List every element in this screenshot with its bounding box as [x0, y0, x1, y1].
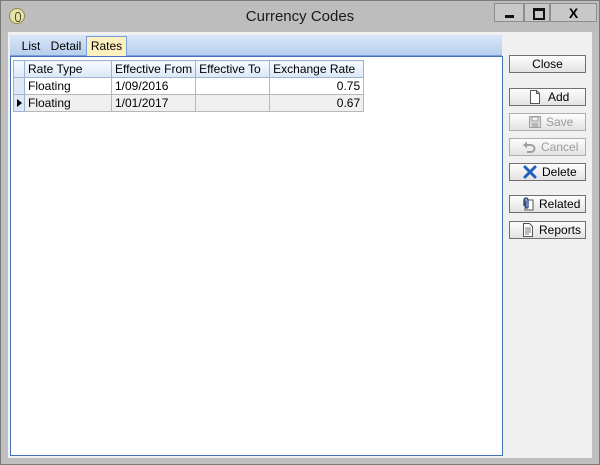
reports-button-label: Reports [539, 223, 582, 237]
new-document-icon [530, 90, 540, 104]
blue-x-icon [523, 165, 537, 179]
currency-codes-window: Currency Codes X List Detail Rates Rate … [0, 0, 600, 465]
column-header-exchange-rate[interactable]: Exchange Rate [269, 60, 365, 78]
close-button-label: Close [532, 57, 563, 71]
related-button-label: Related [539, 197, 581, 211]
maximize-button[interactable] [524, 3, 550, 22]
save-button-label: Save [546, 115, 574, 129]
delete-button[interactable]: Delete [509, 163, 586, 181]
reports-button[interactable]: Reports [509, 221, 586, 239]
cell-effective-from[interactable]: 1/01/2017 [110, 94, 197, 112]
related-button[interactable]: Related [509, 195, 586, 213]
floppy-disk-icon [529, 116, 541, 128]
current-row-arrow-icon [17, 99, 22, 107]
cell-effective-to[interactable] [195, 77, 271, 95]
close-icon: X [568, 5, 579, 21]
cell-rate-type[interactable]: Floating [24, 77, 112, 95]
close-button[interactable]: Close [509, 55, 586, 73]
column-header-effective-to[interactable]: Effective To [195, 60, 271, 78]
cancel-button[interactable]: Cancel [509, 138, 586, 156]
cell-exchange-rate[interactable]: 0.67 [269, 94, 365, 112]
row-selector[interactable] [13, 94, 25, 112]
grid-header-row: Rate Type Effective From Effective To Ex… [13, 60, 365, 78]
column-header-rate-type[interactable]: Rate Type [24, 60, 112, 78]
table-row[interactable]: Floating 1/01/2017 0.67 [13, 94, 365, 112]
minimize-button[interactable] [494, 3, 524, 22]
add-button[interactable]: Add [509, 88, 586, 106]
tab-strip: List Detail Rates [10, 35, 502, 56]
row-header-corner [13, 60, 25, 78]
tab-detail[interactable]: Detail [46, 38, 86, 55]
cell-effective-to[interactable] [195, 94, 271, 112]
cell-effective-from[interactable]: 1/09/2016 [110, 77, 197, 95]
delete-button-label: Delete [542, 165, 577, 179]
rates-grid: Rate Type Effective From Effective To Ex… [13, 60, 365, 112]
column-header-effective-from[interactable]: Effective From [110, 60, 197, 78]
tab-list[interactable]: List [16, 38, 46, 55]
table-row[interactable]: Floating 1/09/2016 0.75 [13, 77, 365, 95]
cell-rate-type[interactable]: Floating [24, 94, 112, 112]
client-area: List Detail Rates Rate Type Effective Fr… [8, 32, 592, 458]
rates-panel: Rate Type Effective From Effective To Ex… [10, 56, 503, 456]
save-button[interactable]: Save [509, 113, 586, 131]
cell-exchange-rate[interactable]: 0.75 [269, 77, 365, 95]
undo-arrow-icon [523, 141, 536, 153]
tab-rates[interactable]: Rates [86, 36, 127, 56]
row-selector[interactable] [13, 77, 25, 95]
add-button-label: Add [548, 90, 570, 104]
paperclip-icon [523, 197, 534, 211]
report-document-icon [523, 223, 533, 237]
title-bar[interactable]: Currency Codes X [1, 1, 599, 32]
close-window-button[interactable]: X [550, 3, 597, 22]
cancel-button-label: Cancel [541, 140, 579, 154]
